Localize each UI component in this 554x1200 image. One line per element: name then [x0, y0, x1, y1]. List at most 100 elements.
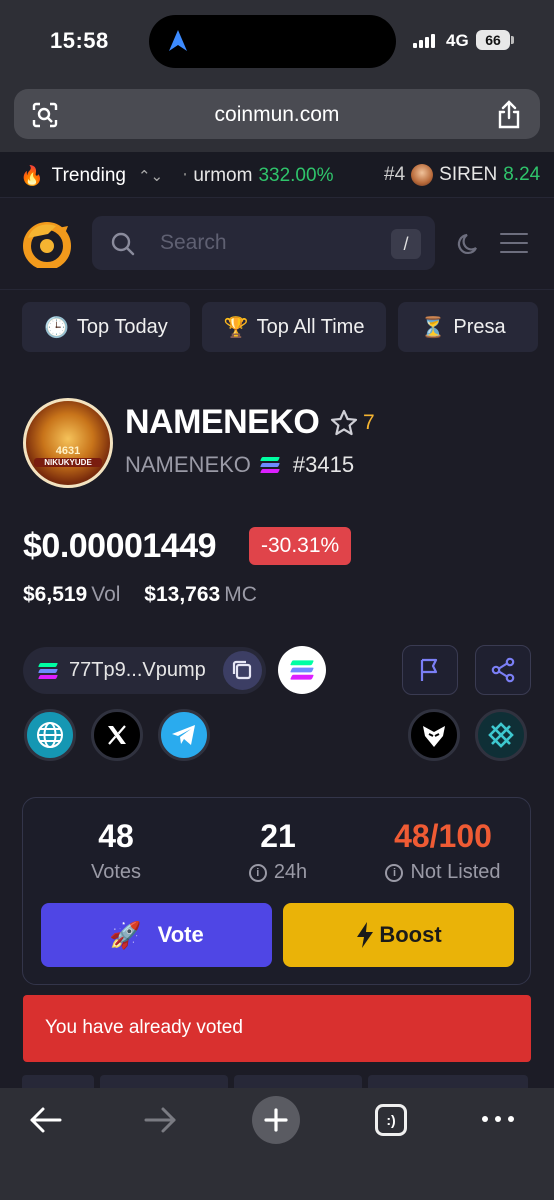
votes-count: 48	[98, 818, 134, 854]
solana-explorer-button[interactable]	[278, 646, 326, 694]
x-logo-icon	[108, 725, 126, 745]
watchlist-count: 7	[363, 411, 375, 434]
coinmun-logo-icon[interactable]	[22, 220, 72, 268]
token-rank: #3415	[292, 452, 355, 477]
volume-label: Vol	[91, 583, 121, 606]
search-placeholder: Search	[160, 231, 227, 254]
token-name: NAMENEKO	[125, 403, 320, 441]
share-nodes-icon	[491, 657, 515, 683]
menu-icon[interactable]	[500, 233, 528, 260]
token-stats: $6,519 Vol $13,763 MC	[23, 583, 275, 607]
trending-item-rank: #4	[384, 164, 406, 185]
trending-selector[interactable]: 🔥 Trending ⌃⌄	[20, 164, 163, 188]
telegram-button[interactable]	[158, 709, 210, 761]
daily-votes-label: 24h	[273, 861, 308, 883]
status-time: 15:58	[50, 28, 109, 53]
market-cap-label: MC	[224, 583, 257, 606]
contract-address-text: 77Tp9...Vpump	[69, 659, 206, 681]
votes-card: 48 Votes 21 i 24h 48/100 i Not Listed 🚀 …	[22, 797, 531, 985]
tab-top-today[interactable]: 🕒 Top Today	[22, 302, 190, 352]
trophy-icon: 🏆	[223, 316, 249, 339]
x-twitter-button[interactable]	[91, 709, 143, 761]
dynamic-island	[149, 15, 396, 68]
birdeye-button[interactable]	[408, 709, 460, 761]
address-bar[interactable]: coinmun.com	[14, 89, 540, 139]
boost-button-label: Boost	[379, 922, 442, 947]
tab-label: Top Today	[76, 315, 168, 338]
token-meta: NAMENEKO #3415	[125, 452, 354, 478]
trending-item[interactable]: ‧ urmom 332.00%	[182, 164, 333, 187]
token-price: $0.00001449	[23, 527, 217, 565]
trending-item-change: 8.24	[503, 164, 541, 185]
daily-votes-stat: 21 i 24h	[223, 818, 333, 884]
share-icon[interactable]	[496, 100, 522, 130]
token-symbol: NAMENEKO	[125, 452, 251, 477]
dexscreener-icon	[488, 722, 514, 748]
rocket-icon: 🚀	[109, 919, 142, 950]
ranking-tabs: 🕒 Top Today 🏆 Top All Time ⏳ Presa	[22, 302, 539, 352]
sort-chevron-icon: ⌃⌄	[137, 168, 164, 185]
volume-value: $6,519	[23, 583, 88, 606]
search-icon	[111, 232, 135, 256]
telegram-icon	[172, 725, 195, 745]
network-type: 4G	[446, 31, 469, 50]
star-icon[interactable]	[330, 409, 358, 437]
dexscreener-button[interactable]	[475, 709, 527, 761]
moon-icon[interactable]	[456, 231, 482, 257]
tab-switcher-button[interactable]: :)	[375, 1104, 407, 1136]
listing-progress-stat: 48/100 i Not Listed	[363, 818, 523, 884]
navigation-arrow-icon	[169, 30, 187, 51]
contract-address[interactable]: 77Tp9...Vpump	[23, 647, 266, 694]
token-avatar	[411, 164, 434, 186]
trending-item[interactable]: #4 SIREN 8.24	[384, 164, 540, 186]
clock-icon: 🕒	[44, 316, 69, 339]
copy-icon	[232, 660, 252, 680]
tab-presale[interactable]: ⏳ Presa	[398, 302, 539, 352]
search-input[interactable]: Search /	[92, 216, 435, 270]
report-button[interactable]	[402, 645, 458, 695]
vote-button[interactable]: 🚀 Vote	[41, 903, 272, 967]
hourglass-icon: ⏳	[420, 316, 446, 339]
listing-status: Not Listed	[410, 861, 501, 883]
tab-top-all-time[interactable]: 🏆 Top All Time	[201, 302, 387, 352]
site-header: Search /	[0, 198, 554, 290]
already-voted-alert: You have already voted	[23, 995, 531, 1062]
votes-stat: 48 Votes	[61, 818, 171, 884]
plus-icon	[264, 1108, 288, 1132]
trending-item-name: urmom	[193, 165, 253, 186]
new-tab-button[interactable]	[252, 1096, 300, 1144]
info-icon[interactable]: i	[385, 863, 404, 882]
browser-toolbar: coinmun.com	[0, 84, 554, 152]
token-logo: 4631 NIKUKYUDE	[23, 398, 113, 488]
trending-item-change: 332.00%	[258, 165, 334, 186]
more-menu-icon[interactable]	[482, 1116, 514, 1122]
eagle-icon	[423, 726, 445, 747]
info-icon[interactable]: i	[248, 863, 267, 882]
forward-icon[interactable]	[142, 1104, 178, 1136]
market-cap-value: $13,763	[144, 583, 221, 606]
globe-icon	[37, 722, 63, 748]
listing-progress: 48/100	[394, 818, 492, 854]
trending-label: Trending	[51, 165, 126, 186]
price-change-badge: -30.31%	[249, 527, 352, 565]
copy-button[interactable]	[223, 651, 262, 690]
daily-votes-count: 21	[260, 818, 296, 854]
search-shortcut: /	[391, 229, 421, 259]
votes-label: Votes	[90, 861, 142, 883]
url-text[interactable]: coinmun.com	[14, 103, 540, 127]
website-button[interactable]	[24, 709, 76, 761]
solana-icon	[37, 662, 59, 680]
share-button[interactable]	[475, 645, 531, 695]
lightning-icon	[357, 922, 374, 948]
solana-icon	[289, 659, 315, 681]
status-bar: 15:58 4G 66	[0, 0, 554, 84]
solana-icon	[259, 456, 281, 474]
signal-icon	[413, 34, 435, 48]
tab-label: Presa	[453, 315, 506, 338]
trending-item-name: SIREN	[439, 164, 498, 185]
boost-button[interactable]: Boost	[283, 903, 514, 967]
fire-icon: 🔥	[20, 166, 44, 187]
back-icon[interactable]	[28, 1104, 64, 1136]
browser-bottom-bar: :)	[0, 1088, 554, 1200]
vote-button-label: Vote	[157, 922, 204, 947]
